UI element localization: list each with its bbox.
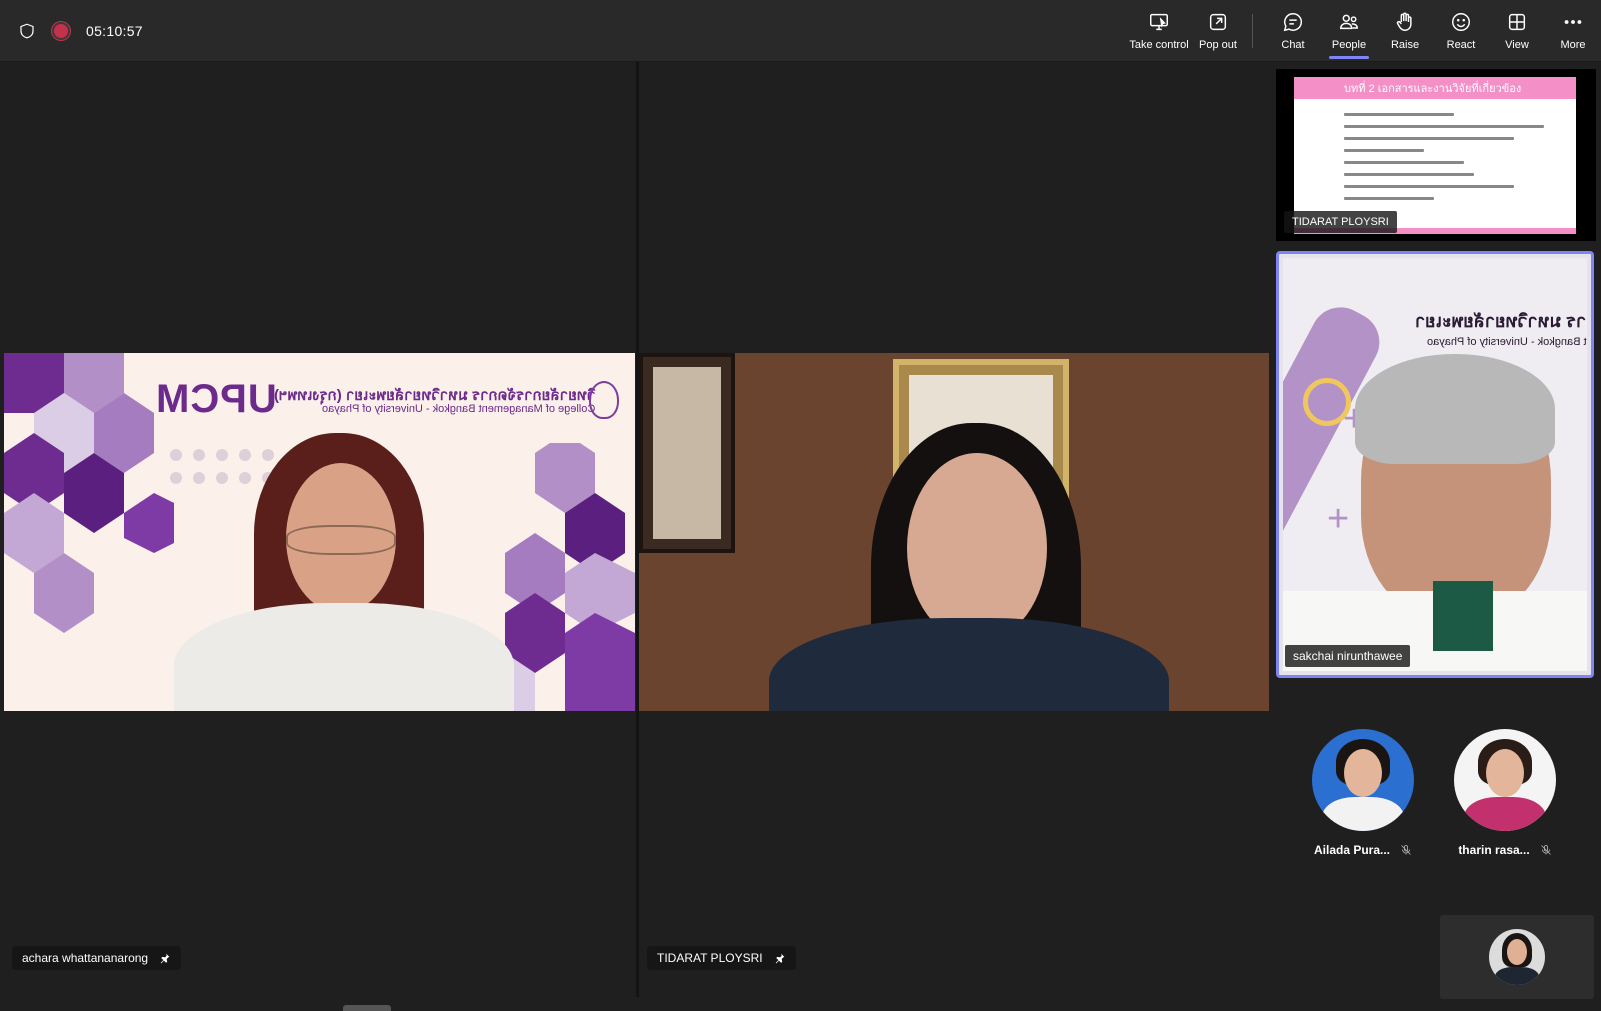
pop-out-button[interactable]: Pop out	[1190, 0, 1246, 62]
video-tile-tidarat[interactable]	[639, 353, 1269, 711]
view-label: View	[1505, 39, 1529, 51]
slide-title: บทที่ 2 เอกสารและงานวิจัยที่เกี่ยวข้อง	[1294, 77, 1576, 99]
react-button[interactable]: React	[1433, 0, 1489, 62]
speaker-name-chip: sakchai nirunthawee	[1285, 645, 1411, 667]
slide-body	[1294, 99, 1576, 200]
background-text-english: t Bangkok - University of Phayao	[1427, 336, 1587, 348]
mic-muted-icon	[1401, 845, 1411, 855]
take-control-label: Take control	[1129, 39, 1189, 51]
horizontal-scrollbar[interactable]	[343, 1005, 391, 1011]
meeting-status: 05:10:57	[18, 0, 143, 62]
background-plus: +	[1327, 498, 1350, 540]
more-icon	[1564, 20, 1582, 24]
decorative-dots	[170, 449, 274, 484]
participant-name: achara whattananarong	[22, 951, 149, 965]
participant-name: Ailada Pura...	[1313, 843, 1391, 857]
active-speaker-tile[interactable]: + + การ มหาวิทยาลัยพะเยา t Bangkok - Uni…	[1276, 251, 1594, 678]
avatar	[1312, 729, 1414, 831]
self-view-tile[interactable]	[1440, 915, 1594, 999]
shield-icon[interactable]	[18, 22, 36, 40]
participant-name: TIDARAT PLOYSRI	[657, 951, 763, 965]
chat-icon	[1283, 13, 1303, 32]
react-icon	[1452, 13, 1470, 31]
name-chip-achara: achara whattananarong	[12, 946, 182, 970]
toolbar-divider	[1252, 14, 1253, 48]
pin-icon[interactable]	[773, 952, 786, 965]
participant-label: Ailada Pura...	[1314, 843, 1412, 857]
raise-label: Raise	[1390, 39, 1420, 51]
participant-body	[174, 603, 514, 711]
participant-face	[907, 453, 1047, 643]
more-label: More	[1560, 39, 1586, 51]
participant-body	[769, 618, 1169, 711]
participant-label: tharin rasa...	[1458, 843, 1551, 857]
video-tile-achara[interactable]: UPCM วิทยาลัยการจัดการ มหาวิทยาลัยพะเยา …	[4, 353, 635, 711]
university-seal-icon	[589, 381, 619, 419]
pin-icon[interactable]	[158, 952, 171, 965]
toolbar-actions: Take control Pop out Chat People Raise R…	[1128, 0, 1601, 62]
audio-participant-ailada[interactable]: Ailada Pura...	[1303, 729, 1423, 857]
background-text-thai: การ มหาวิทยาลัยพะเยา	[1414, 311, 1587, 331]
upcm-logo-text: UPCM	[155, 377, 277, 421]
speaker-video: + + การ มหาวิทยาลัยพะเยา t Bangkok - Uni…	[1283, 258, 1587, 671]
video-stage: UPCM วิทยาลัยการจัดการ มหาวิทยาลัยพะเยา …	[0, 62, 1270, 1011]
presenter-name-chip: TIDARAT PLOYSRI	[1284, 211, 1397, 233]
raise-hand-icon	[1396, 12, 1412, 31]
chat-label: Chat	[1281, 39, 1305, 51]
people-icon	[1340, 14, 1358, 30]
view-icon	[1508, 13, 1526, 31]
pop-out-label: Pop out	[1199, 39, 1237, 51]
people-label: People	[1331, 39, 1367, 51]
audio-participant-tharin[interactable]: tharin rasa...	[1445, 729, 1565, 857]
react-label: React	[1446, 39, 1476, 51]
call-timer: 05:10:57	[86, 23, 143, 39]
raise-hand-button[interactable]: Raise	[1377, 0, 1433, 62]
college-name-english: College of Management Bangkok - Universi…	[321, 403, 595, 415]
more-button[interactable]: More	[1545, 0, 1601, 62]
take-control-icon	[1150, 13, 1168, 31]
self-avatar	[1489, 929, 1545, 985]
avatar	[1454, 729, 1556, 831]
chat-button[interactable]: Chat	[1265, 0, 1321, 62]
take-control-button[interactable]: Take control	[1128, 0, 1190, 62]
screen-share-tile[interactable]: บทที่ 2 เอกสารและงานวิจัยที่เกี่ยวข้อง T…	[1276, 69, 1596, 241]
wall-picture-frame	[639, 353, 735, 553]
meeting-toolbar: 05:10:57 Take control Pop out Chat Peopl…	[0, 0, 1601, 62]
name-chip-tidarat: TIDARAT PLOYSRI	[647, 946, 796, 970]
participant-collar	[1433, 581, 1493, 651]
recording-icon	[54, 24, 68, 38]
participant-hair	[1355, 354, 1555, 464]
mic-muted-icon	[1540, 845, 1551, 855]
participant-glasses-icon	[286, 525, 396, 555]
participant-name: tharin rasa...	[1458, 843, 1530, 857]
people-button[interactable]: People	[1321, 0, 1377, 62]
hexagon-pattern-left	[4, 353, 174, 633]
pop-out-icon	[1209, 13, 1227, 31]
view-button[interactable]: View	[1489, 0, 1545, 62]
